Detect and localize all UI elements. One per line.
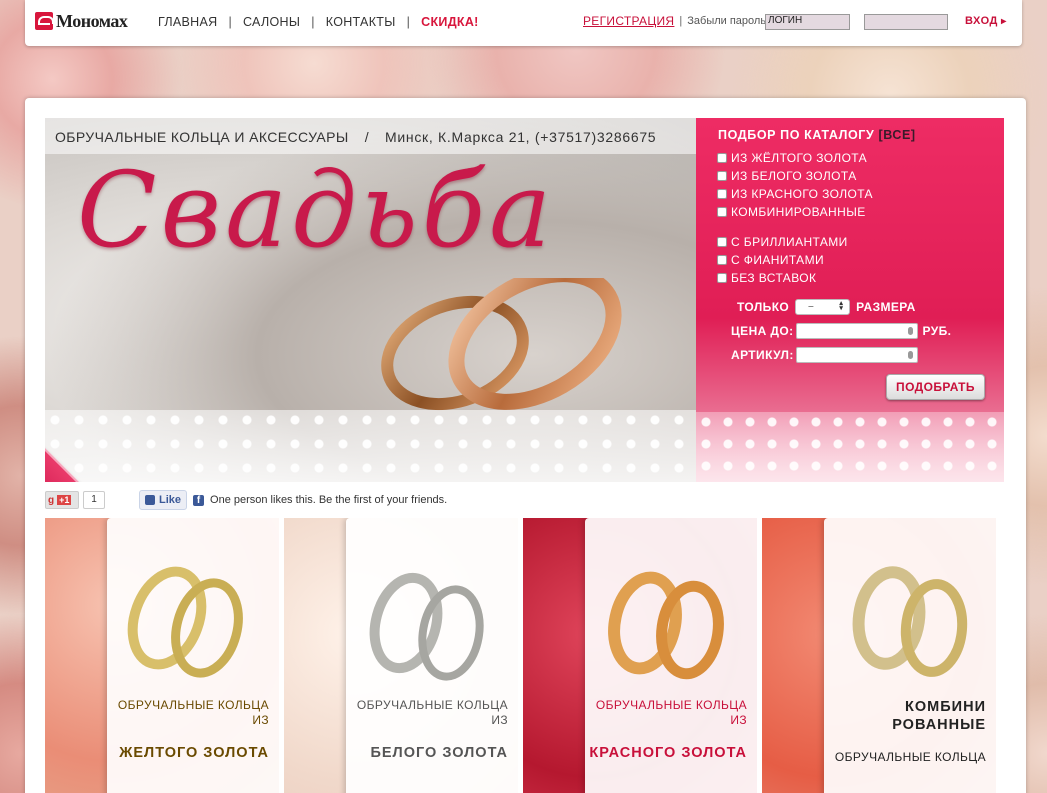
catalog-title: ПОДБОР ПО КАТАЛОГУ [ВСЕ] xyxy=(718,128,916,142)
red-gold-rings-image xyxy=(608,571,724,680)
insert-filter-list: С БРИЛЛИАНТАМИ С ФИАНИТАМИ БЕЗ ВСТАВОК xyxy=(717,233,848,287)
lace-decoration xyxy=(696,412,1004,482)
login-button[interactable]: ВХОД xyxy=(965,15,1007,27)
google-plus-count: 1 xyxy=(83,491,105,509)
price-input[interactable] xyxy=(795,323,918,339)
article-row: АРТИКУЛ: xyxy=(731,347,918,363)
tile-title: КОМБИНИ РОВАННЫЕ xyxy=(892,699,986,733)
filter-cubic-zirconia[interactable]: С ФИАНИТАМИ xyxy=(717,251,848,269)
filter-label: ИЗ БЕЛОГО ЗОЛОТА xyxy=(731,169,857,183)
price-row: ЦЕНА ДО: РУБ. xyxy=(731,323,951,339)
combined-rings-image xyxy=(852,566,968,677)
size-only-label: ТОЛЬКО xyxy=(737,300,790,314)
pick-button[interactable]: ПОДОБРАТЬ xyxy=(886,374,985,400)
nav-item-salons[interactable]: САЛОНЫ xyxy=(243,15,300,29)
auth-links: РЕГИСТРАЦИЯ | Забыли пароль? xyxy=(583,14,772,28)
filter-label: С ФИАНИТАМИ xyxy=(731,253,824,267)
filter-label: ИЗ КРАСНОГО ЗОЛОТА xyxy=(731,187,873,201)
white-gold-rings-image xyxy=(369,572,484,681)
filter-diamonds[interactable]: С БРИЛЛИАНТАМИ xyxy=(717,233,848,251)
tile-title: КРАСНОГО ЗОЛОТА xyxy=(589,745,747,761)
banner-address: Минск, К.Маркса 21, (+37517)3286675 xyxy=(385,129,657,145)
nav-separator: | xyxy=(406,15,411,29)
tile-subtitle: ОБРУЧАЛЬНЫЕ КОЛЬЦА ИЗ xyxy=(117,698,269,727)
filter-label: КОМБИНИРОВАННЫЕ xyxy=(731,205,866,219)
filter-red-gold[interactable]: ИЗ КРАСНОГО ЗОЛОТА xyxy=(717,185,873,203)
wedding-banner[interactable]: ОБРУЧАЛЬНЫЕ КОЛЬЦА И АКСЕССУАРЫ / Минск, К… xyxy=(45,118,696,482)
top-bar: Мономах ГЛАВНАЯ | САЛОНЫ | КОНТАКТЫ | СК… xyxy=(25,0,1022,46)
tile-caption: ОБРУЧАЛЬНЫЕ КОЛЬЦА ИЗ ЖЕЛТОГО ЗОЛОТА xyxy=(107,698,269,762)
nav-item-contacts[interactable]: КОНТАКТЫ xyxy=(326,15,396,29)
size-label: РАЗМЕРА xyxy=(856,300,916,314)
google-plus-button[interactable]: g +1 xyxy=(45,491,79,509)
microphone-icon[interactable] xyxy=(907,327,913,335)
tile-white-gold[interactable]: ОБРУЧАЛЬНЫЕ КОЛЬЦА ИЗ БЕЛОГО ЗОЛОТА xyxy=(284,518,518,793)
auth-separator: | xyxy=(679,15,683,27)
catalog-title-text: ПОДБОР ПО КАТАЛОГУ xyxy=(718,128,875,142)
nav-separator: | xyxy=(311,15,315,29)
wedding-rings-image xyxy=(381,278,622,411)
password-field[interactable] xyxy=(864,14,948,30)
banner-heading-text: ОБРУЧАЛЬНЫЕ КОЛЬЦА И АКСЕССУАРЫ xyxy=(55,129,349,145)
catalog-filter: ПОДБОР ПО КАТАЛОГУ [ВСЕ] ИЗ ЖЁЛТОГО ЗОЛО… xyxy=(696,118,1004,482)
checkbox[interactable] xyxy=(717,255,727,265)
forgot-password-link[interactable]: Забыли пароль? xyxy=(687,15,772,27)
nav-item-home[interactable]: ГЛАВНАЯ xyxy=(158,15,217,29)
filter-label: С БРИЛЛИАНТАМИ xyxy=(731,235,848,249)
checkbox[interactable] xyxy=(717,189,727,199)
logo-text: Мономах xyxy=(56,10,128,31)
tile-subtitle: ОБРУЧАЛЬНЫЕ КОЛЬЦА xyxy=(834,750,986,764)
filter-label: БЕЗ ВСТАВОК xyxy=(731,271,817,285)
facebook-like-button[interactable]: Like xyxy=(139,490,188,510)
tile-caption: КОМБИНИ РОВАННЫЕ ОБРУЧАЛЬНЫЕ КОЛЬЦА xyxy=(824,698,986,765)
banner-title: Свадьба xyxy=(77,149,556,271)
main-nav: ГЛАВНАЯ | САЛОНЫ | КОНТАКТЫ | СКИДКА! xyxy=(158,15,479,29)
social-bar: g +1 1 Like f One person likes this. Be t… xyxy=(45,490,447,510)
checkbox[interactable] xyxy=(717,207,727,217)
size-select[interactable]: – xyxy=(795,299,851,315)
tile-caption: ОБРУЧАЛЬНЫЕ КОЛЬЦА ИЗ КРАСНОГО ЗОЛОТА xyxy=(585,698,747,762)
tile-subtitle: ОБРУЧАЛЬНЫЕ КОЛЬЦА ИЗ xyxy=(356,698,508,727)
plus-one-label: +1 xyxy=(57,495,72,505)
tile-yellow-gold[interactable]: ОБРУЧАЛЬНЫЕ КОЛЬЦА ИЗ ЖЕЛТОГО ЗОЛОТА xyxy=(45,518,279,793)
register-link[interactable]: РЕГИСТРАЦИЯ xyxy=(583,14,674,28)
google-icon: g xyxy=(48,494,55,506)
logo[interactable]: Мономах xyxy=(35,10,128,32)
tile-title: БЕЛОГО ЗОЛОТА xyxy=(370,745,508,761)
login-field[interactable]: ЛОГИН xyxy=(765,14,850,30)
checkbox[interactable] xyxy=(717,237,727,247)
like-label: Like xyxy=(159,494,182,506)
filter-label: ИЗ ЖЁЛТОГО ЗОЛОТА xyxy=(731,151,868,165)
tile-title: ЖЕЛТОГО ЗОЛОТА xyxy=(119,745,269,761)
checkbox[interactable] xyxy=(717,171,727,181)
banner-heading-separator: / xyxy=(364,129,369,145)
filter-combined[interactable]: КОМБИНИРОВАННЫЕ xyxy=(717,203,873,221)
checkbox[interactable] xyxy=(717,153,727,163)
nav-separator: | xyxy=(228,15,232,29)
microphone-icon[interactable] xyxy=(907,351,913,359)
tile-combined[interactable]: КОМБИНИ РОВАННЫЕ ОБРУЧАЛЬНЫЕ КОЛЬЦА xyxy=(762,518,996,793)
checkbox[interactable] xyxy=(717,273,727,283)
nav-item-discount[interactable]: СКИДКА! xyxy=(421,15,478,29)
tile-subtitle: ОБРУЧАЛЬНЫЕ КОЛЬЦА ИЗ xyxy=(595,698,747,727)
lace-decoration xyxy=(45,410,696,482)
like-summary: One person likes this. Be the first of y… xyxy=(210,494,448,506)
price-label: ЦЕНА ДО: xyxy=(731,324,794,338)
tile-red-gold[interactable]: ОБРУЧАЛЬНЫЕ КОЛЬЦА ИЗ КРАСНОГО ЗОЛОТА xyxy=(523,518,757,793)
tile-caption: ОБРУЧАЛЬНЫЕ КОЛЬЦА ИЗ БЕЛОГО ЗОЛОТА xyxy=(346,698,508,762)
facebook-icon: f xyxy=(193,494,205,506)
article-label: АРТИКУЛ: xyxy=(731,348,794,362)
filter-white-gold[interactable]: ИЗ БЕЛОГО ЗОЛОТА xyxy=(717,167,873,185)
metal-filter-list: ИЗ ЖЁЛТОГО ЗОЛОТА ИЗ БЕЛОГО ЗОЛОТА ИЗ КР… xyxy=(717,149,873,221)
filter-yellow-gold[interactable]: ИЗ ЖЁЛТОГО ЗОЛОТА xyxy=(717,149,873,167)
main-panel: ОБРУЧАЛЬНЫЕ КОЛЬЦА И АКСЕССУАРЫ / Минск, К… xyxy=(25,98,1026,793)
size-row: ТОЛЬКО – РАЗМЕРА xyxy=(737,299,916,315)
filter-no-inserts[interactable]: БЕЗ ВСТАВОК xyxy=(717,269,848,287)
crown-icon xyxy=(35,12,54,30)
yellow-gold-rings-image xyxy=(127,566,243,678)
currency-label: РУБ. xyxy=(922,324,952,338)
thumbs-up-icon xyxy=(145,495,155,505)
article-input[interactable] xyxy=(795,347,918,363)
catalog-all-link[interactable]: [ВСЕ] xyxy=(878,128,915,142)
